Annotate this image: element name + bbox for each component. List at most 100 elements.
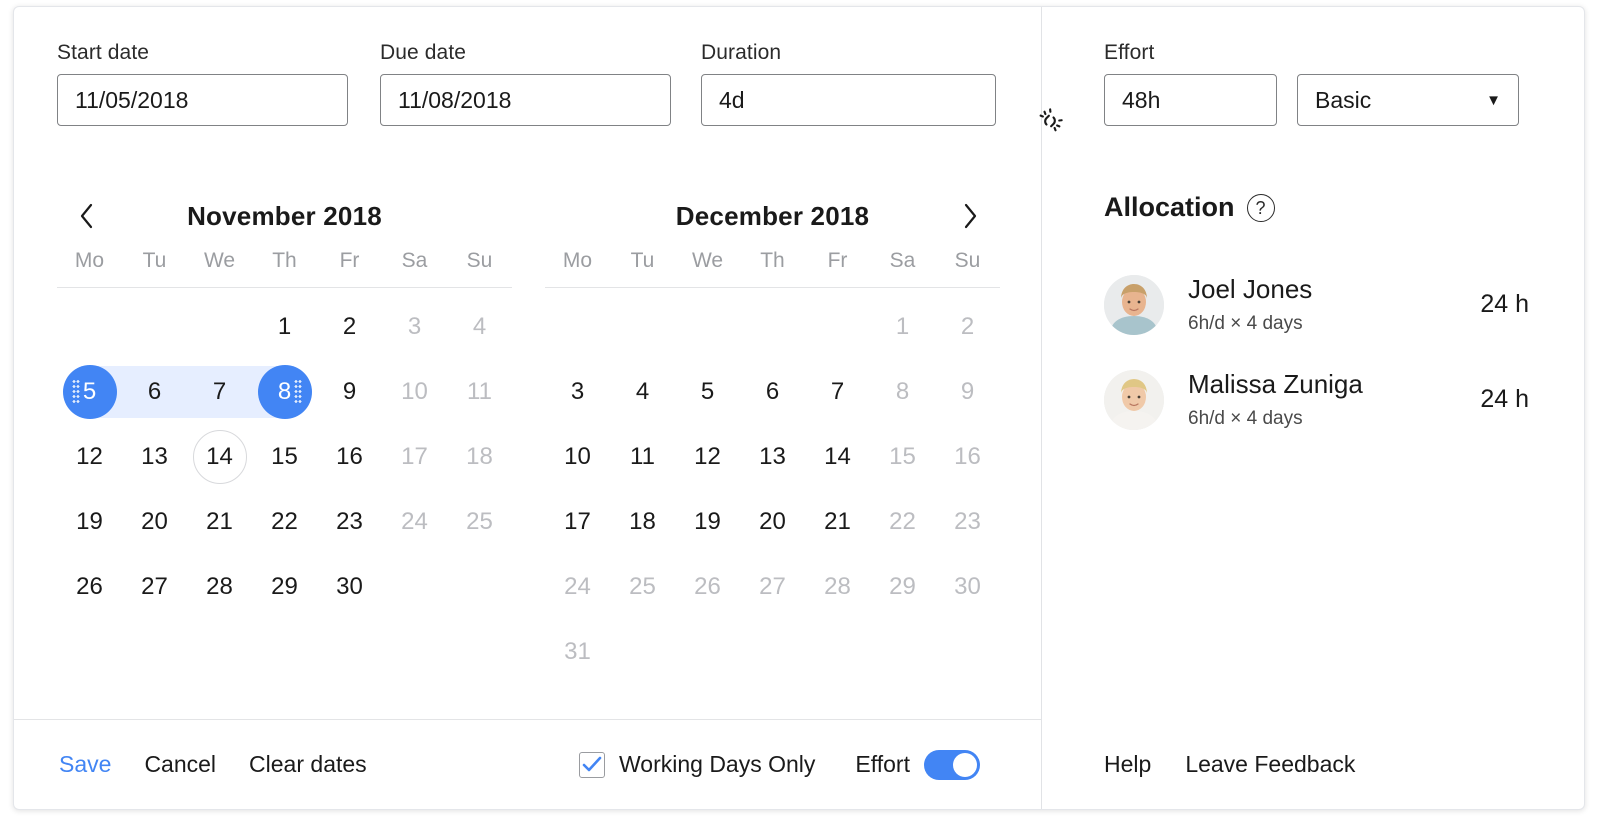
day-cell-empty xyxy=(870,619,935,684)
range-end-drag-handle[interactable] xyxy=(294,378,302,405)
day-cell[interactable]: 2 xyxy=(317,294,382,359)
day-cell[interactable]: 16 xyxy=(317,424,382,489)
day-cell[interactable]: 11 xyxy=(610,424,675,489)
day-cell[interactable]: 25 xyxy=(610,554,675,619)
day-cell[interactable]: 17 xyxy=(545,489,610,554)
calendar-header-november: November 2018 xyxy=(57,185,512,247)
calendar-header-december: December 2018 xyxy=(545,185,1000,247)
day-cell[interactable]: 6 xyxy=(740,359,805,424)
help-button[interactable]: Help xyxy=(1104,751,1151,778)
weekday-label: Su xyxy=(466,249,493,272)
day-number: 26 xyxy=(694,572,721,600)
day-cell[interactable]: 5 xyxy=(675,359,740,424)
day-cell[interactable]: 20 xyxy=(122,489,187,554)
day-cell[interactable]: 19 xyxy=(57,489,122,554)
day-cell[interactable]: 23 xyxy=(935,489,1000,554)
day-number: 25 xyxy=(629,572,656,600)
effort-toggle[interactable] xyxy=(923,749,980,780)
day-cell[interactable]: 21 xyxy=(805,489,870,554)
day-cell[interactable]: 26 xyxy=(57,554,122,619)
day-number: 31 xyxy=(564,637,591,665)
day-cell[interactable]: 8 xyxy=(252,359,317,424)
working-days-only-checkbox[interactable] xyxy=(579,751,605,778)
leave-feedback-button[interactable]: Leave Feedback xyxy=(1185,751,1355,778)
day-cell[interactable]: 29 xyxy=(252,554,317,619)
day-number: 8 xyxy=(895,377,910,405)
day-cell[interactable]: 24 xyxy=(545,554,610,619)
day-cell[interactable]: 12 xyxy=(675,424,740,489)
day-cell[interactable]: 1 xyxy=(252,294,317,359)
day-cell[interactable]: 27 xyxy=(740,554,805,619)
day-number: 19 xyxy=(694,507,721,535)
day-cell[interactable]: 15 xyxy=(252,424,317,489)
day-cell[interactable]: 9 xyxy=(317,359,382,424)
day-cell[interactable]: 28 xyxy=(187,554,252,619)
day-cell[interactable]: 12 xyxy=(57,424,122,489)
day-cell[interactable]: 9 xyxy=(935,359,1000,424)
allocation-row[interactable]: Joel Jones 6h/d × 4 days 24 h xyxy=(1104,257,1529,352)
calendar-pane-body: Start date 11/05/2018 Due date 11/08/201… xyxy=(14,7,1063,719)
day-cell[interactable]: 3 xyxy=(382,294,447,359)
day-number: 24 xyxy=(564,572,591,600)
day-cell[interactable]: 3 xyxy=(545,359,610,424)
day-cell-empty xyxy=(545,294,610,359)
day-cell[interactable]: 18 xyxy=(447,424,512,489)
days-grid-november: 1 2 3 4 5 6 7 8 9 10 11 12 13 14 15 16 17 18 19 20 21 22 23 24 2… xyxy=(57,294,512,619)
day-cell[interactable]: 11 xyxy=(447,359,512,424)
day-cell[interactable]: 30 xyxy=(317,554,382,619)
day-cell[interactable]: 19 xyxy=(675,489,740,554)
day-cell[interactable]: 2 xyxy=(935,294,1000,359)
day-cell[interactable]: 29 xyxy=(870,554,935,619)
day-cell[interactable]: 16 xyxy=(935,424,1000,489)
day-number: 17 xyxy=(564,507,591,535)
day-cell[interactable]: 28 xyxy=(805,554,870,619)
day-number: 19 xyxy=(76,507,103,535)
day-cell[interactable]: 25 xyxy=(447,489,512,554)
day-cell[interactable]: 13 xyxy=(740,424,805,489)
day-cell[interactable]: 17 xyxy=(382,424,447,489)
chevron-right-icon[interactable] xyxy=(950,196,990,236)
day-cell[interactable]: 31 xyxy=(545,619,610,684)
day-cell[interactable]: 6 xyxy=(122,359,187,424)
due-date-input[interactable]: 11/08/2018 xyxy=(380,74,671,126)
clear-dates-button[interactable]: Clear dates xyxy=(249,751,367,778)
day-cell[interactable]: 27 xyxy=(122,554,187,619)
effort-value-input[interactable]: 48h xyxy=(1104,74,1277,126)
day-cell[interactable]: 15 xyxy=(870,424,935,489)
day-cell[interactable]: 18 xyxy=(610,489,675,554)
day-cell[interactable]: 1 xyxy=(870,294,935,359)
help-circle-icon[interactable]: ? xyxy=(1246,193,1275,222)
start-date-input[interactable]: 11/05/2018 xyxy=(57,74,348,126)
chevron-left-icon[interactable] xyxy=(67,196,107,236)
allocation-rate-detail: 6h/d × 4 days xyxy=(1188,407,1303,429)
day-cell[interactable]: 4 xyxy=(610,359,675,424)
allocation-row[interactable]: Malissa Zuniga 6h/d × 4 days 24 h xyxy=(1104,352,1529,447)
allocation-list: Joel Jones 6h/d × 4 days 24 h Malissa Zunig… xyxy=(1104,257,1529,447)
day-cell[interactable]: 13 xyxy=(122,424,187,489)
day-cell[interactable]: 14 xyxy=(187,424,252,489)
day-cell[interactable]: 23 xyxy=(317,489,382,554)
day-cell[interactable]: 22 xyxy=(252,489,317,554)
day-cell[interactable]: 26 xyxy=(675,554,740,619)
cancel-button[interactable]: Cancel xyxy=(144,751,216,778)
day-cell[interactable]: 14 xyxy=(805,424,870,489)
weekday-label: Tu xyxy=(142,249,167,272)
day-cell[interactable]: 22 xyxy=(870,489,935,554)
day-cell[interactable]: 4 xyxy=(447,294,512,359)
effort-type-select[interactable]: Basic ▼ xyxy=(1297,74,1519,126)
duration-input[interactable]: 4d xyxy=(701,74,996,126)
range-start-drag-handle[interactable] xyxy=(72,378,80,405)
day-cell[interactable]: 8 xyxy=(870,359,935,424)
allocation-texts: Malissa Zuniga 6h/d × 4 days xyxy=(1188,369,1480,429)
day-cell[interactable]: 30 xyxy=(935,554,1000,619)
save-button[interactable]: Save xyxy=(59,751,111,778)
day-cell[interactable]: 24 xyxy=(382,489,447,554)
day-cell[interactable]: 7 xyxy=(187,359,252,424)
allocation-title: Allocation xyxy=(1104,192,1235,222)
day-cell[interactable]: 5 xyxy=(57,359,122,424)
day-cell[interactable]: 21 xyxy=(187,489,252,554)
day-cell[interactable]: 10 xyxy=(382,359,447,424)
day-cell[interactable]: 10 xyxy=(545,424,610,489)
day-cell[interactable]: 7 xyxy=(805,359,870,424)
day-cell[interactable]: 20 xyxy=(740,489,805,554)
